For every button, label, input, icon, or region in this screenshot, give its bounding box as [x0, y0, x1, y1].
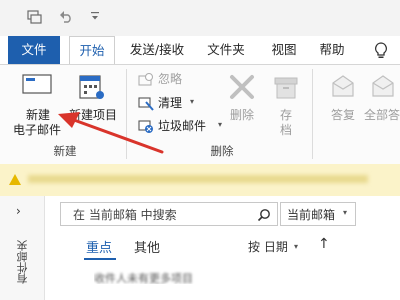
sort-dropdown-icon[interactable]: ▾ [294, 242, 298, 251]
search-scope-select[interactable]: 当前邮箱 ▾ [280, 202, 356, 226]
search-icon[interactable] [257, 207, 271, 226]
search-input[interactable]: 在 当前邮箱 中搜索 [73, 206, 177, 223]
folder-pane-collapsed[interactable]: › 有件邮夹 [0, 196, 45, 300]
search-scope-value: 当前邮箱 [287, 208, 336, 222]
warning-icon [8, 172, 22, 191]
chevron-down-icon: ▾ [343, 208, 348, 217]
notification-bar [0, 164, 400, 197]
sort-direction-arrow[interactable]: ↑ [318, 236, 330, 252]
sort-by-date[interactable]: 按 日期 [248, 238, 288, 255]
focused-underline [84, 258, 116, 260]
message-preview-text: 收件人未有更多项目 [94, 272, 193, 284]
message-preview-row: 收件人未有更多项目 [94, 270, 304, 284]
notification-text [28, 175, 368, 183]
search-box[interactable]: 在 当前邮箱 中搜索 [60, 202, 278, 226]
expand-chevron-icon[interactable]: › [16, 204, 21, 218]
folder-pane-label: 有件邮夹 [16, 240, 29, 284]
tab-other[interactable]: 其他 [134, 237, 160, 256]
tab-focused[interactable]: 重点 [86, 237, 112, 256]
